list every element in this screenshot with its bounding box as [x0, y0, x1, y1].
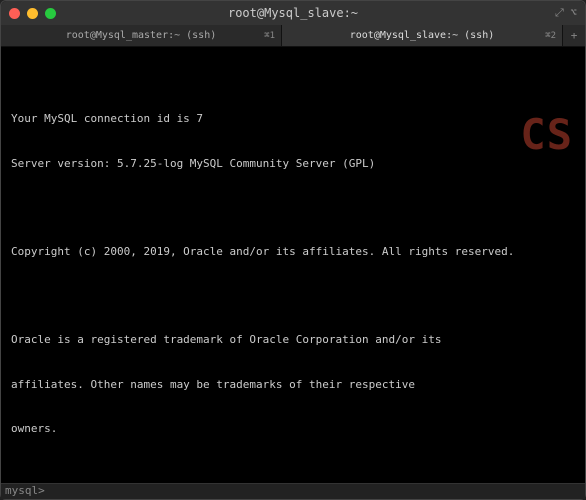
tab-label: root@Mysql_master:~ (ssh)	[66, 30, 217, 41]
copyright-text: Copyright (c) 2000, 2019, Oracle and/or …	[11, 245, 575, 260]
tab-slave[interactable]: root@Mysql_slave:~ (ssh) ⌘2	[282, 25, 563, 46]
trademark-text: Oracle is a registered trademark of Orac…	[11, 333, 575, 348]
watermark: CS	[520, 107, 573, 164]
terminal-window: root@Mysql_slave:~ ⤢ ⌥ root@Mysql_master…	[0, 0, 586, 500]
minimize-icon[interactable]	[27, 8, 38, 19]
traffic-lights	[9, 8, 56, 19]
tab-bar: root@Mysql_master:~ (ssh) ⌘1 root@Mysql_…	[1, 25, 585, 47]
terminal-content[interactable]: CS Your MySQL connection id is 7 Server …	[1, 47, 585, 483]
new-tab-button[interactable]: +	[563, 25, 585, 46]
tab-label: root@Mysql_slave:~ (ssh)	[350, 30, 495, 41]
tab-badge: ⌘2	[545, 31, 556, 41]
mysql-prompt: mysql>	[5, 484, 45, 497]
titlebar: root@Mysql_slave:~ ⤢ ⌥	[1, 1, 585, 25]
titlebar-controls[interactable]: ⤢ ⌥	[555, 6, 577, 20]
window-title: root@Mysql_slave:~	[228, 6, 358, 20]
maximize-icon[interactable]	[45, 8, 56, 19]
footer-prompt[interactable]: mysql>	[1, 483, 585, 499]
intro-text: Server version: 5.7.25-log MySQL Communi…	[11, 157, 575, 172]
trademark-text: affiliates. Other names may be trademark…	[11, 378, 575, 393]
trademark-text: owners.	[11, 422, 575, 437]
close-icon[interactable]	[9, 8, 20, 19]
intro-text: Your MySQL connection id is 7	[11, 112, 575, 127]
tab-master[interactable]: root@Mysql_master:~ (ssh) ⌘1	[1, 25, 282, 46]
tab-badge: ⌘1	[264, 31, 275, 41]
